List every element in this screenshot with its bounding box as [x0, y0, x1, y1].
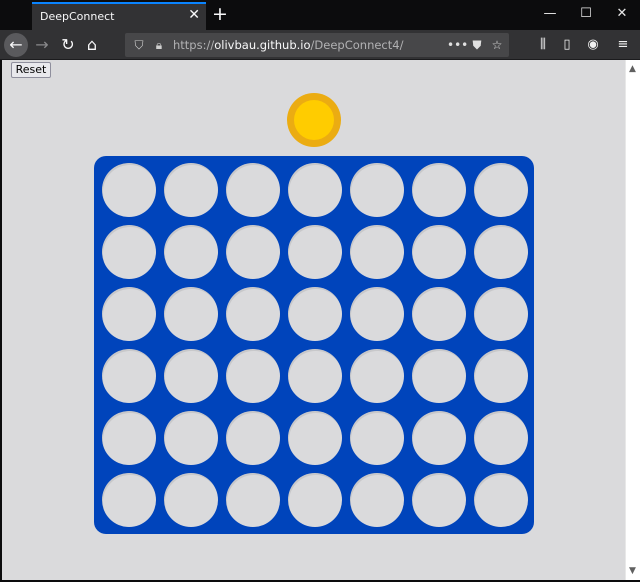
board-cell[interactable]	[350, 225, 404, 279]
board-cell[interactable]	[164, 349, 218, 403]
lock-icon[interactable]: 🔒︎	[151, 37, 167, 53]
shield-icon[interactable]: ⛉	[131, 37, 147, 53]
board-cell[interactable]	[474, 349, 528, 403]
board-cell[interactable]	[350, 411, 404, 465]
board-cell[interactable]	[474, 163, 528, 217]
board-cell[interactable]	[164, 411, 218, 465]
tab-title: DeepConnect	[40, 10, 115, 23]
url-text[interactable]: https://olivbau.github.io/DeepConnect4/	[173, 38, 403, 52]
board-cell[interactable]	[288, 473, 342, 527]
board-cell[interactable]	[226, 349, 280, 403]
board-cell[interactable]	[288, 225, 342, 279]
board-cell[interactable]	[288, 163, 342, 217]
pocket-icon[interactable]: ⛊	[469, 37, 485, 53]
url-host: olivbau.github.io	[214, 38, 311, 52]
sidebar-icon[interactable]: ▯	[558, 36, 576, 54]
board-cell[interactable]	[412, 163, 466, 217]
board-cell[interactable]	[102, 473, 156, 527]
tab-deepconnect[interactable]: DeepConnect ✕	[32, 2, 206, 30]
board-cell[interactable]	[102, 163, 156, 217]
board-cell[interactable]	[164, 163, 218, 217]
back-arrow-icon[interactable]: ←	[4, 33, 28, 57]
board-cell[interactable]	[288, 287, 342, 341]
url-path: /DeepConnect4/	[310, 38, 404, 52]
board-cell[interactable]	[350, 473, 404, 527]
board-cell[interactable]	[288, 411, 342, 465]
tab-bar: DeepConnect ✕ + — ☐ ✕	[0, 0, 640, 30]
board-cell[interactable]	[474, 225, 528, 279]
board-cell[interactable]	[164, 287, 218, 341]
more-actions-icon[interactable]: •••	[447, 37, 468, 53]
board-cell[interactable]	[412, 225, 466, 279]
current-player-token[interactable]	[287, 93, 341, 147]
close-icon[interactable]: ✕	[188, 7, 200, 23]
board-cell[interactable]	[474, 473, 528, 527]
board-cell[interactable]	[412, 287, 466, 341]
minimize-icon[interactable]: —	[540, 4, 560, 24]
board-cell[interactable]	[412, 473, 466, 527]
board-cell[interactable]	[350, 163, 404, 217]
board-cell[interactable]	[102, 225, 156, 279]
home-icon[interactable]: ⌂	[80, 33, 104, 57]
board-cell[interactable]	[102, 411, 156, 465]
board-cell[interactable]	[226, 287, 280, 341]
board-cell[interactable]	[226, 473, 280, 527]
board-cell[interactable]	[226, 225, 280, 279]
board-cell[interactable]	[164, 473, 218, 527]
scroll-down-arrow-icon[interactable]: ▼	[629, 566, 636, 576]
reload-icon[interactable]: ↻	[56, 33, 80, 57]
forward-arrow-icon[interactable]: →	[30, 33, 54, 57]
plus-icon[interactable]: +	[210, 3, 230, 25]
reset-button[interactable]: Reset	[11, 62, 51, 78]
maximize-icon[interactable]: ☐	[576, 4, 596, 24]
board-cell[interactable]	[226, 411, 280, 465]
board-cell[interactable]	[226, 163, 280, 217]
library-icon[interactable]: ⫼	[534, 36, 552, 54]
board-cell[interactable]	[412, 349, 466, 403]
account-icon[interactable]: ◉	[584, 36, 602, 54]
menu-icon[interactable]: ≡	[614, 36, 632, 54]
current-player-token-face	[294, 100, 334, 140]
board-cell[interactable]	[288, 349, 342, 403]
board-cell[interactable]	[164, 225, 218, 279]
nav-bar: ← → ↻ ⌂ ⛉ 🔒︎ https://olivbau.github.io/D…	[0, 30, 640, 60]
url-bar[interactable]: ⛉ 🔒︎ https://olivbau.github.io/DeepConne…	[125, 33, 509, 57]
board-cell[interactable]	[102, 287, 156, 341]
bookmark-star-icon[interactable]: ☆	[489, 37, 505, 53]
board-cell[interactable]	[102, 349, 156, 403]
board-cell[interactable]	[350, 287, 404, 341]
board-cell[interactable]	[474, 287, 528, 341]
url-scheme: https://	[173, 38, 215, 52]
board-cell[interactable]	[412, 411, 466, 465]
page-viewport: Reset	[2, 60, 625, 580]
board-cell[interactable]	[474, 411, 528, 465]
vertical-scrollbar[interactable]: ▲ ▼	[625, 60, 640, 580]
window-close-icon[interactable]: ✕	[612, 4, 632, 24]
board-cell[interactable]	[350, 349, 404, 403]
game-board	[94, 156, 534, 534]
scroll-up-arrow-icon[interactable]: ▲	[629, 64, 636, 74]
